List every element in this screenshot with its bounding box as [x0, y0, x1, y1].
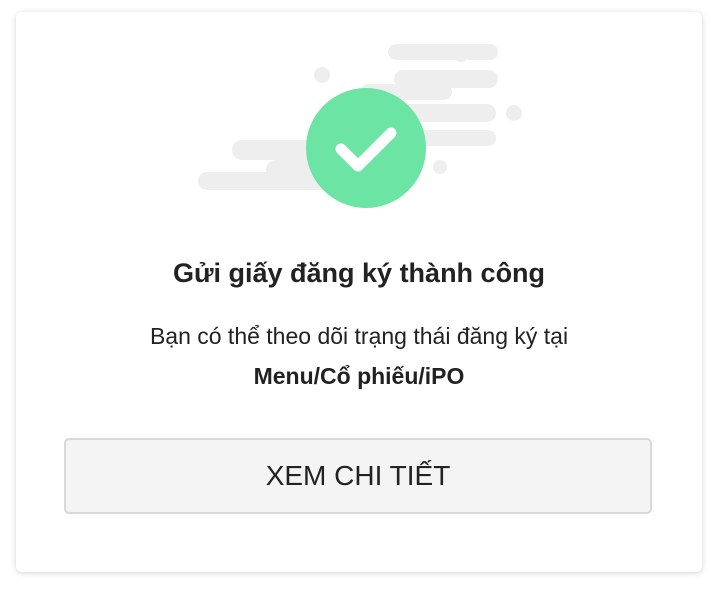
success-illustration: [16, 12, 702, 222]
check-circle-icon: [306, 88, 426, 208]
message-text: Bạn có thể theo dõi trạng thái đăng ký t…: [149, 323, 569, 349]
success-dialog: Gửi giấy đăng ký thành công Bạn có thể t…: [16, 12, 702, 572]
dialog-title: Gửi giấy đăng ký thành công: [172, 258, 546, 288]
dialog-message: Bạn có thể theo dõi trạng thái đăng ký t…: [16, 316, 702, 396]
view-details-button[interactable]: XEM CHI TIẾT: [64, 438, 652, 514]
menu-path: Menu/Cổ phiếu/iPO: [253, 363, 465, 389]
